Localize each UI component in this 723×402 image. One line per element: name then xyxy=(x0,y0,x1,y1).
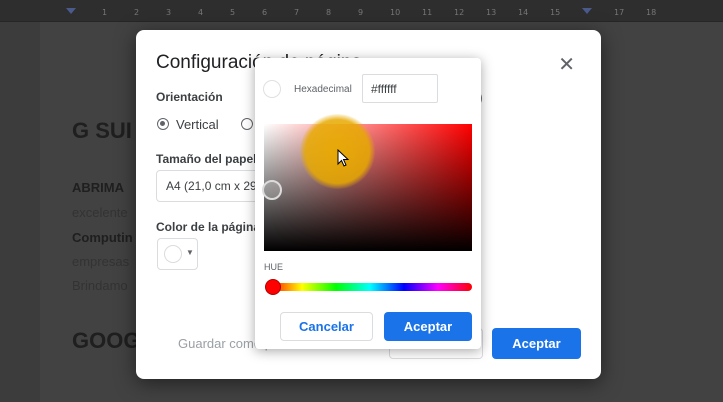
ruler: 1 2 3 4 5 6 7 8 9 10 11 12 13 14 15 17 1… xyxy=(0,0,723,22)
indent-marker-icon[interactable] xyxy=(66,8,76,14)
page-color-label: Color de la página xyxy=(156,220,261,234)
cursor-arrow-icon xyxy=(337,149,350,167)
ruler-tick: 9 xyxy=(358,8,364,17)
document-text: Brindamo xyxy=(72,278,128,293)
indent-marker-icon[interactable] xyxy=(582,8,592,14)
picker-ok-button[interactable]: Aceptar xyxy=(384,312,472,341)
ruler-tick: 12 xyxy=(454,8,465,17)
document-heading: GOOG xyxy=(72,328,141,353)
hue-slider[interactable] xyxy=(268,283,472,291)
document-text: excelente xyxy=(72,205,128,220)
ruler-tick: 5 xyxy=(230,8,236,17)
paper-size-label: Tamaño del papel xyxy=(156,152,257,166)
ruler-tick: 6 xyxy=(262,8,268,17)
ruler-tick: 1 xyxy=(102,8,108,17)
dialog-ok-button[interactable]: Aceptar xyxy=(492,328,581,359)
ruler-tick: 11 xyxy=(422,8,433,17)
saturation-handle[interactable] xyxy=(262,180,282,200)
radio-vertical-label[interactable]: Vertical xyxy=(176,117,219,132)
ruler-tick: 15 xyxy=(550,8,561,17)
hue-label: HUE xyxy=(264,262,284,272)
ruler-tick: 7 xyxy=(294,8,300,17)
paper-size-select[interactable]: A4 (21,0 cm x 29,7 cm) xyxy=(156,170,266,202)
ruler-tick: 14 xyxy=(518,8,529,17)
chevron-down-icon: ▼ xyxy=(186,248,194,257)
orientation-label: Orientación xyxy=(156,90,223,104)
page-color-button[interactable]: ▼ xyxy=(157,238,198,270)
ruler-tick: 8 xyxy=(326,8,332,17)
hue-slider-thumb[interactable] xyxy=(265,279,281,295)
document-text: Computin xyxy=(72,230,133,245)
ruler-tick: 10 xyxy=(390,8,401,17)
document-text: ABRIMA xyxy=(72,180,124,195)
ruler-tick: 17 xyxy=(614,8,625,17)
ruler-tick: 2 xyxy=(134,8,140,17)
page-color-swatch xyxy=(164,245,182,263)
current-color-swatch xyxy=(263,80,281,98)
picker-cancel-button[interactable]: Cancelar xyxy=(280,312,373,341)
document-heading: G SUI xyxy=(72,118,132,143)
color-picker-popup: Hexadecimal #ffffff HUE Cancelar Aceptar xyxy=(255,58,481,349)
ruler-tick: 18 xyxy=(646,8,657,17)
close-icon[interactable]: ✕ xyxy=(558,52,575,77)
ruler-tick: 13 xyxy=(486,8,497,17)
hex-input[interactable]: #ffffff xyxy=(362,74,438,103)
hex-label: Hexadecimal xyxy=(294,84,352,95)
ruler-tick: 3 xyxy=(166,8,172,17)
ruler-tick: 4 xyxy=(198,8,204,17)
radio-vertical[interactable] xyxy=(157,118,169,130)
document-text: empresas xyxy=(72,254,130,269)
radio-horizontal[interactable] xyxy=(241,118,253,130)
